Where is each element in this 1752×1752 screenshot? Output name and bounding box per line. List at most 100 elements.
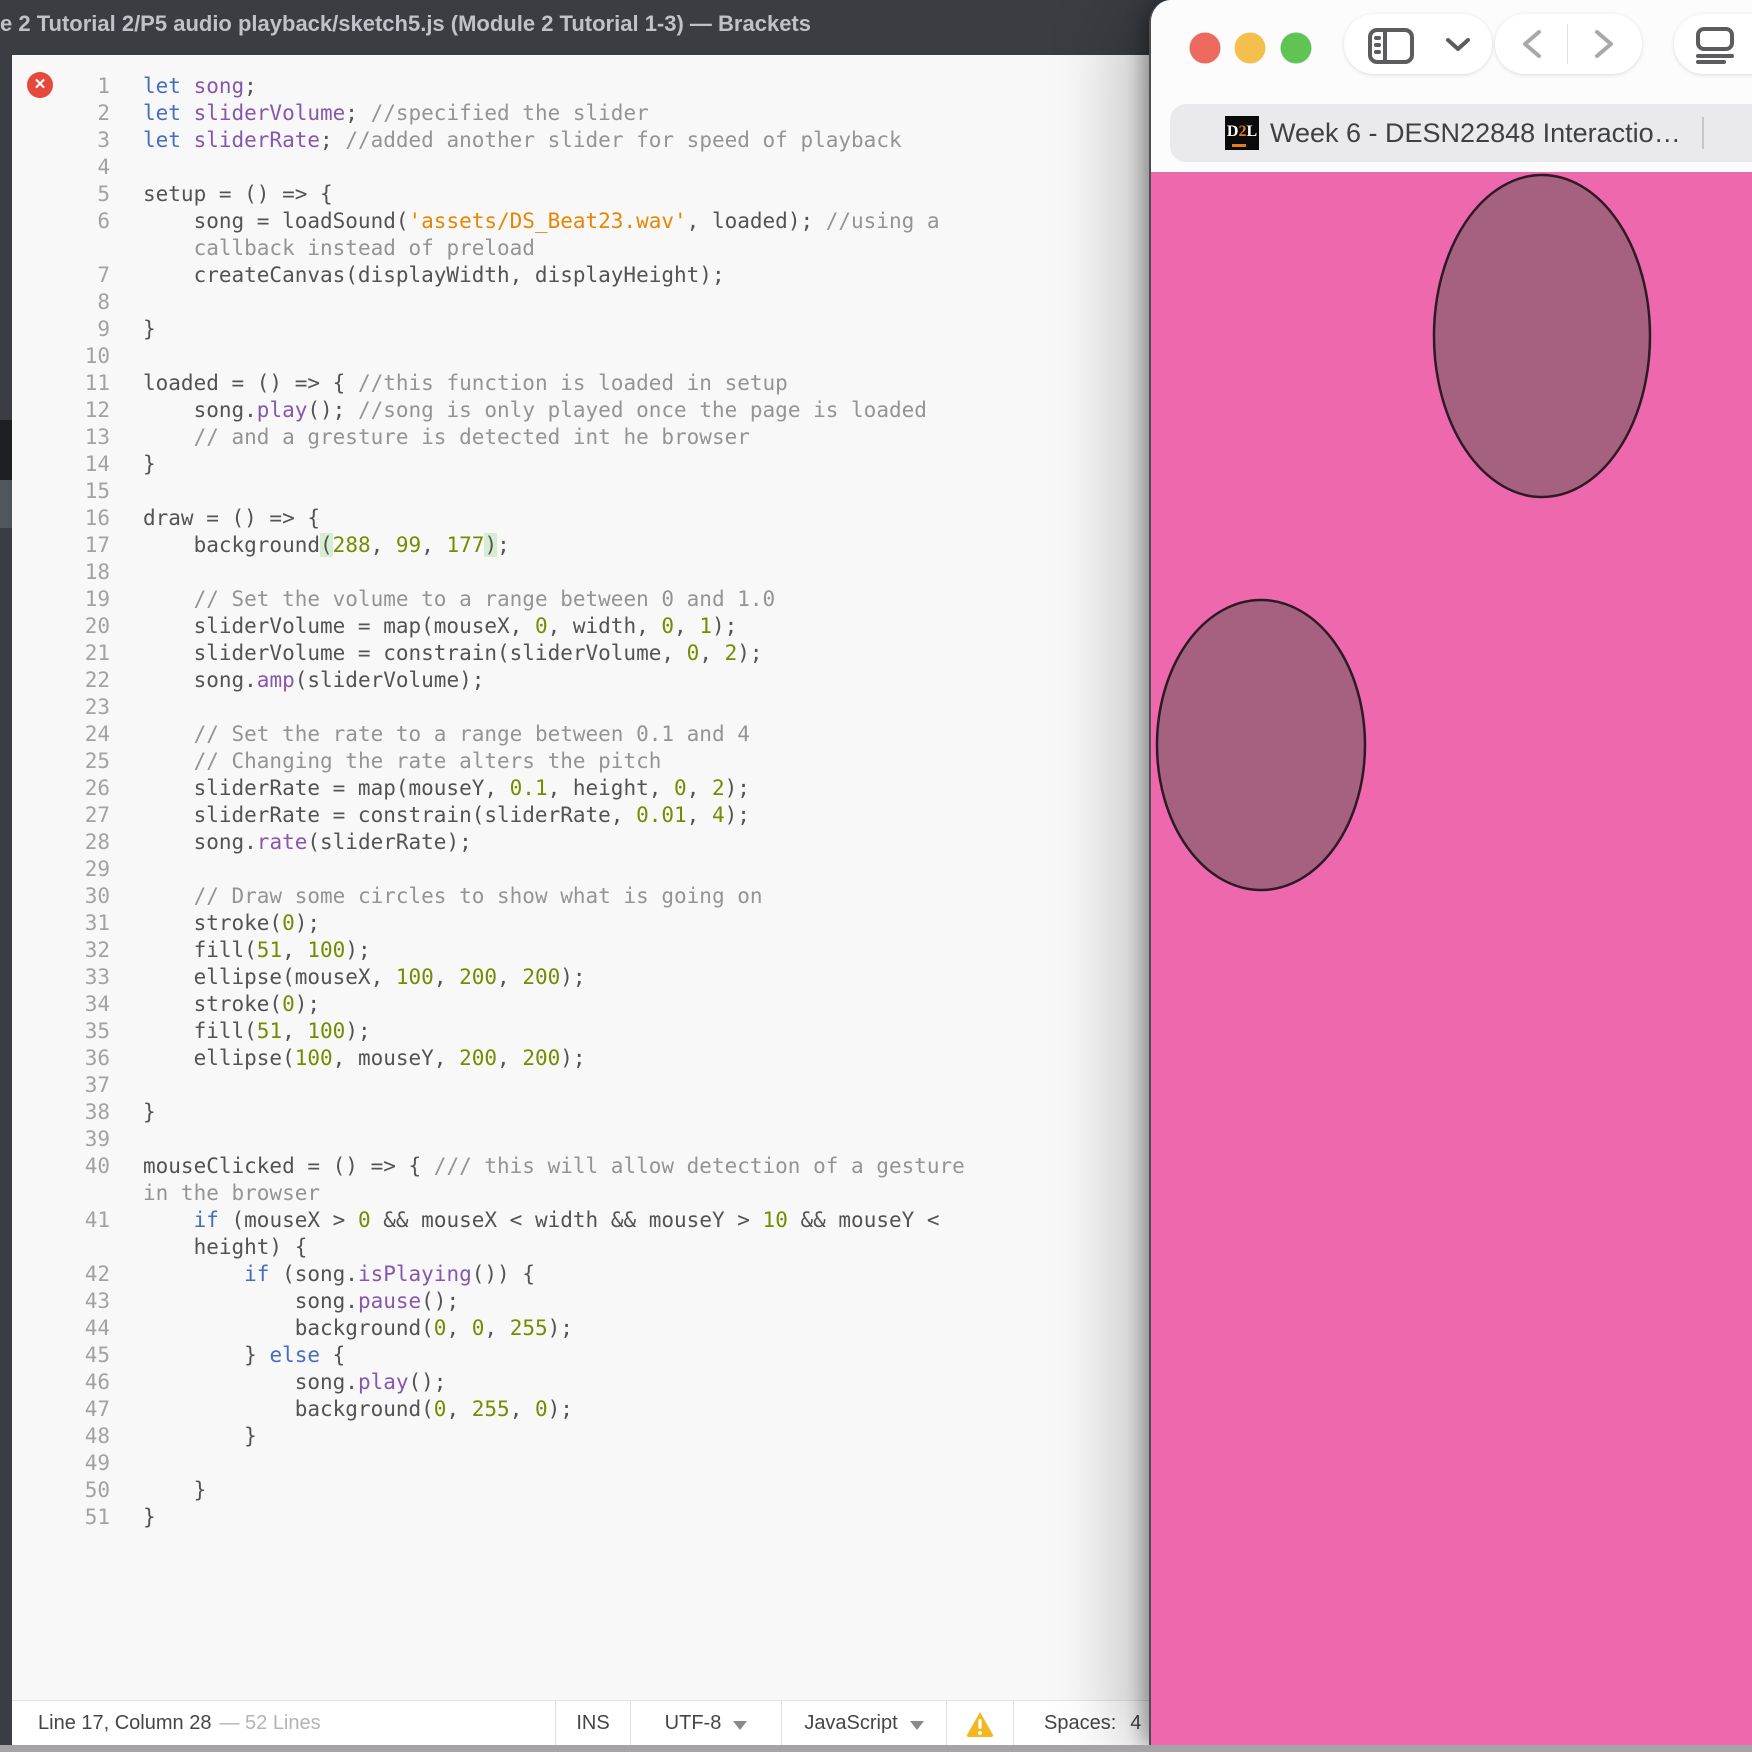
code-line[interactable]: 40mouseClicked = () => { /// this will a…: [12, 1153, 1149, 1180]
code-line[interactable]: 50 }: [12, 1477, 1149, 1504]
code-text: sliderRate = map(mouseY, 0.1, height, 0,…: [143, 775, 1149, 802]
code-text: }: [143, 451, 1149, 478]
code-line[interactable]: 36 ellipse(100, mouseY, 200, 200);: [12, 1045, 1149, 1072]
code-line[interactable]: 28 song.rate(sliderRate);: [12, 829, 1149, 856]
code-line[interactable]: callback instead of preload: [12, 235, 1149, 262]
code-text: [143, 559, 1149, 586]
code-line[interactable]: 29: [12, 856, 1149, 883]
code-line[interactable]: 33 ellipse(mouseX, 100, 200, 200);: [12, 964, 1149, 991]
code-line[interactable]: 37: [12, 1072, 1149, 1099]
code-line[interactable]: 7 createCanvas(displayWidth, displayHeig…: [12, 262, 1149, 289]
code-line[interactable]: 14}: [12, 451, 1149, 478]
code-line[interactable]: 27 sliderRate = constrain(sliderRate, 0.…: [12, 802, 1149, 829]
code-line[interactable]: 34 stroke(0);: [12, 991, 1149, 1018]
forward-icon[interactable]: [1589, 28, 1617, 60]
active-tab[interactable]: D2L Week 6 - DESN22848 Interactio…: [1170, 104, 1752, 162]
line-number: 48: [12, 1423, 143, 1450]
p5-canvas[interactable]: [1151, 172, 1752, 1745]
code-line[interactable]: 26 sliderRate = map(mouseY, 0.1, height,…: [12, 775, 1149, 802]
code-line[interactable]: 44 background(0, 0, 255);: [12, 1315, 1149, 1342]
code-line[interactable]: 39: [12, 1126, 1149, 1153]
cursor-position-status[interactable]: Line 17, Column 28 — 52 Lines: [12, 1701, 555, 1746]
code-lines: 1let song;2let sliderVolume; //specified…: [12, 73, 1149, 1531]
code-line[interactable]: 13 // and a gresture is detected int he …: [12, 424, 1149, 451]
code-text: sliderRate = constrain(sliderRate, 0.01,…: [143, 802, 1149, 829]
zoom-button[interactable]: [1281, 33, 1312, 64]
code-text: [143, 694, 1149, 721]
tab-title: Week 6 - DESN22848 Interactio…: [1270, 104, 1681, 162]
code-line[interactable]: 24 // Set the rate to a range between 0.…: [12, 721, 1149, 748]
line-number: 43: [12, 1288, 143, 1315]
indentation-setting[interactable]: Spaces: 4: [1013, 1701, 1149, 1746]
code-line[interactable]: 48 }: [12, 1423, 1149, 1450]
code-line[interactable]: 20 sliderVolume = map(mouseX, 0, width, …: [12, 613, 1149, 640]
language-selector[interactable]: JavaScript: [781, 1701, 946, 1746]
code-text: callback instead of preload: [143, 235, 1149, 262]
close-button[interactable]: [1190, 33, 1221, 64]
cursor-position-text: Line 17, Column 28: [38, 1712, 211, 1735]
code-line[interactable]: 3let sliderRate; //added another slider …: [12, 127, 1149, 154]
code-line[interactable]: 5setup = () => {: [12, 181, 1149, 208]
code-line[interactable]: 25 // Changing the rate alters the pitch: [12, 748, 1149, 775]
code-line[interactable]: 15: [12, 478, 1149, 505]
code-text: stroke(0);: [143, 991, 1149, 1018]
sidebar-button-group[interactable]: [1344, 14, 1492, 74]
favicon-letter-l: L: [1246, 123, 1257, 140]
code-text: [143, 1450, 1149, 1477]
page-settings-button[interactable]: [1674, 14, 1752, 74]
line-number: 7: [12, 262, 143, 289]
code-line[interactable]: 32 fill(51, 100);: [12, 937, 1149, 964]
encoding-label: UTF-8: [665, 1712, 722, 1735]
lint-warning-indicator[interactable]: [946, 1701, 1013, 1746]
code-editor[interactable]: 1let song;2let sliderVolume; //specified…: [12, 55, 1149, 1700]
back-icon[interactable]: [1519, 28, 1547, 60]
lint-error-icon[interactable]: ✕: [27, 72, 53, 98]
line-number: 28: [12, 829, 143, 856]
minimize-button[interactable]: [1235, 33, 1266, 64]
code-line[interactable]: 17 background(288, 99, 177);: [12, 532, 1149, 559]
line-number: 39: [12, 1126, 143, 1153]
tab-divider: [1702, 117, 1704, 149]
line-number: 40: [12, 1153, 143, 1180]
code-line[interactable]: 42 if (song.isPlaying()) {: [12, 1261, 1149, 1288]
code-line[interactable]: 4: [12, 154, 1149, 181]
code-line[interactable]: 47 background(0, 255, 0);: [12, 1396, 1149, 1423]
code-text: [143, 1072, 1149, 1099]
code-line[interactable]: 16draw = () => {: [12, 505, 1149, 532]
code-line[interactable]: 12 song.play(); //song is only played on…: [12, 397, 1149, 424]
code-text: }: [143, 1504, 1149, 1531]
code-line[interactable]: 51}: [12, 1504, 1149, 1531]
encoding-selector[interactable]: UTF-8: [630, 1701, 781, 1746]
code-line[interactable]: 46 song.play();: [12, 1369, 1149, 1396]
code-line[interactable]: 22 song.amp(sliderVolume);: [12, 667, 1149, 694]
code-line[interactable]: height) {: [12, 1234, 1149, 1261]
line-number: 5: [12, 181, 143, 208]
code-text: let sliderVolume; //specified the slider: [143, 100, 1149, 127]
code-line[interactable]: 18: [12, 559, 1149, 586]
code-text: loaded = () => { //this function is load…: [143, 370, 1149, 397]
code-line[interactable]: 45 } else {: [12, 1342, 1149, 1369]
code-line[interactable]: 49: [12, 1450, 1149, 1477]
code-line[interactable]: 30 // Draw some circles to show what is …: [12, 883, 1149, 910]
code-line[interactable]: 8: [12, 289, 1149, 316]
code-text: [143, 478, 1149, 505]
code-line[interactable]: 10: [12, 343, 1149, 370]
code-line[interactable]: 21 sliderVolume = constrain(sliderVolume…: [12, 640, 1149, 667]
code-line[interactable]: 9}: [12, 316, 1149, 343]
line-number: 10: [12, 343, 143, 370]
code-line[interactable]: 35 fill(51, 100);: [12, 1018, 1149, 1045]
code-line[interactable]: in the browser: [12, 1180, 1149, 1207]
code-line[interactable]: 6 song = loadSound('assets/DS_Beat23.wav…: [12, 208, 1149, 235]
code-line[interactable]: 41 if (mouseX > 0 && mouseX < width && m…: [12, 1207, 1149, 1234]
line-number: 31: [12, 910, 143, 937]
code-line[interactable]: 1let song;: [12, 73, 1149, 100]
code-line[interactable]: 43 song.pause();: [12, 1288, 1149, 1315]
insert-mode-toggle[interactable]: INS: [555, 1701, 630, 1746]
code-line[interactable]: 31 stroke(0);: [12, 910, 1149, 937]
code-line[interactable]: 2let sliderVolume; //specified the slide…: [12, 100, 1149, 127]
sketch-ellipse-top: [1434, 175, 1650, 497]
code-line[interactable]: 23: [12, 694, 1149, 721]
code-line[interactable]: 11loaded = () => { //this function is lo…: [12, 370, 1149, 397]
code-line[interactable]: 38}: [12, 1099, 1149, 1126]
code-line[interactable]: 19 // Set the volume to a range between …: [12, 586, 1149, 613]
